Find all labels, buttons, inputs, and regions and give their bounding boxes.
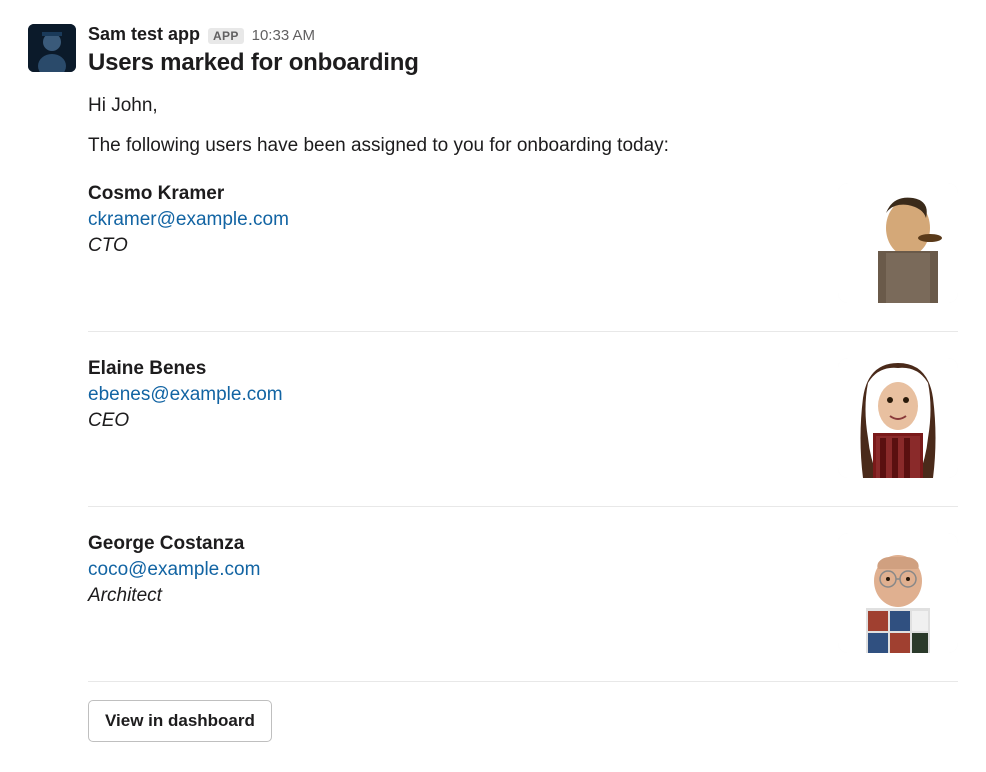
app-badge: APP [208, 28, 244, 44]
user-email-link[interactable]: coco@example.com [88, 559, 260, 581]
app-avatar[interactable] [28, 24, 76, 72]
user-name: Elaine Benes [88, 358, 818, 380]
user-name: George Costanza [88, 533, 818, 555]
user-name: Cosmo Kramer [88, 183, 818, 205]
user-title: CEO [88, 410, 818, 432]
user-email-link[interactable]: ckramer@example.com [88, 209, 289, 231]
user-title: CTO [88, 235, 818, 257]
greeting-text: Hi John, [88, 95, 958, 117]
intro-text: The following users have been assigned t… [88, 135, 958, 157]
user-entry: George Costanza coco@example.com Archite… [88, 525, 958, 682]
message-title: Users marked for onboarding [88, 49, 958, 77]
user-title: Architect [88, 585, 818, 607]
user-info: Elaine Benes ebenes@example.com CEO [88, 358, 818, 432]
user-info: George Costanza coco@example.com Archite… [88, 533, 818, 607]
message-header: Sam test app APP 10:33 AM [88, 24, 958, 45]
slack-message: Sam test app APP 10:33 AM Users marked f… [28, 24, 958, 742]
app-name[interactable]: Sam test app [88, 24, 200, 45]
view-dashboard-button[interactable]: View in dashboard [88, 700, 272, 742]
user-info: Cosmo Kramer ckramer@example.com CTO [88, 183, 818, 257]
user-email-link[interactable]: ebenes@example.com [88, 384, 283, 406]
message-content: Sam test app APP 10:33 AM Users marked f… [88, 24, 958, 742]
message-timestamp[interactable]: 10:33 AM [252, 27, 315, 44]
user-photo[interactable] [838, 533, 958, 653]
user-entry: Elaine Benes ebenes@example.com CEO [88, 350, 958, 507]
user-photo[interactable] [838, 183, 958, 303]
action-row: View in dashboard [88, 700, 958, 742]
user-photo[interactable] [838, 358, 958, 478]
user-entry: Cosmo Kramer ckramer@example.com CTO [88, 175, 958, 332]
